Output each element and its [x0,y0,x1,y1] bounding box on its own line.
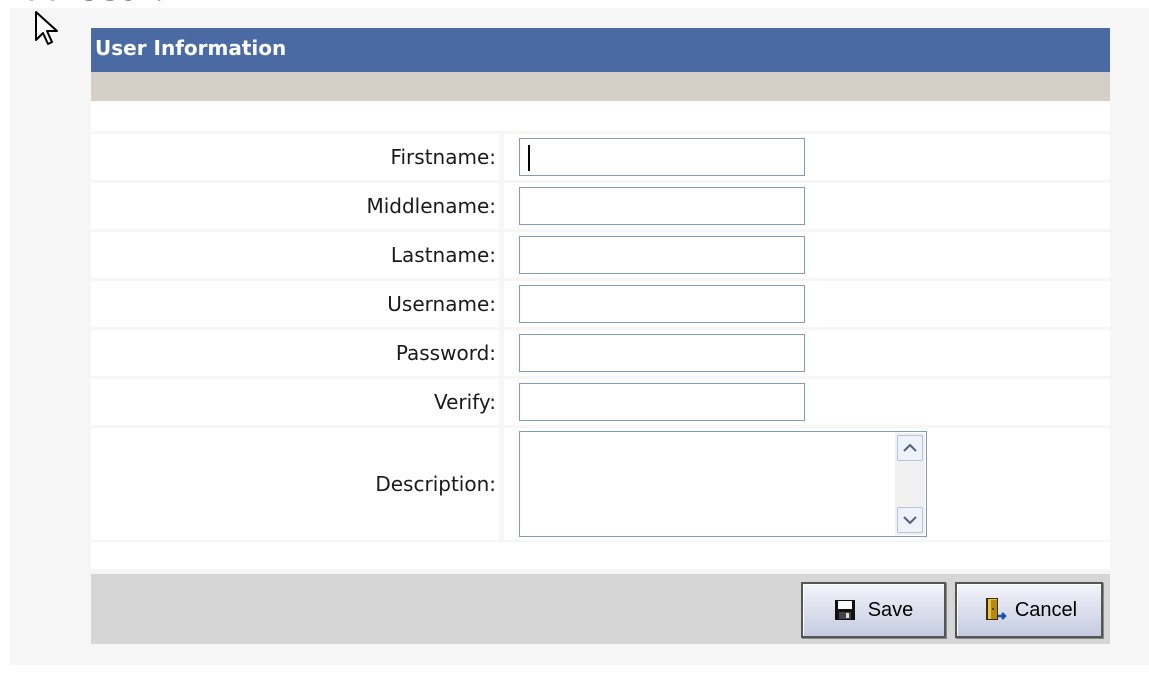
password-label: Password: [395,341,496,365]
column-divider [499,330,504,376]
form-bottom-spacer [91,542,1110,569]
firstname-input[interactable] [519,138,805,176]
scroll-up-icon[interactable] [897,435,923,461]
middlename-input[interactable] [519,187,805,225]
column-divider [499,379,504,425]
username-input[interactable] [519,285,805,323]
column-divider [499,428,504,540]
floppy-disk-icon [834,600,855,620]
password-input[interactable] [519,334,805,372]
lastname-input[interactable] [519,236,805,274]
username-label: Username: [387,292,496,316]
firstname-label: Firstname: [390,145,496,169]
cursor-icon [34,10,64,50]
save-button-label: Save [867,598,914,621]
column-divider [499,281,504,327]
textarea-scrollbar[interactable] [895,433,925,535]
cancel-button[interactable]: Cancel [955,582,1103,638]
middlename-label: Middlename: [366,194,496,218]
verify-label: Verify: [433,390,496,414]
lastname-label: Lastname: [390,243,496,267]
header-divider [91,72,1110,101]
section-header: User Information [91,28,1110,72]
description-label: Description: [375,472,496,496]
cancel-button-label: Cancel [1014,598,1078,621]
column-divider [499,183,504,229]
verify-password-input[interactable] [519,383,805,421]
exit-door-icon [985,598,1007,620]
form-top-spacer [91,101,1110,131]
column-divider [499,232,504,278]
save-button[interactable]: Save [801,582,946,638]
text-caret [528,145,530,171]
scroll-down-icon[interactable] [897,507,923,533]
description-textarea[interactable] [519,431,927,537]
page-heading: Add User: [0,0,165,8]
column-divider [499,134,504,180]
